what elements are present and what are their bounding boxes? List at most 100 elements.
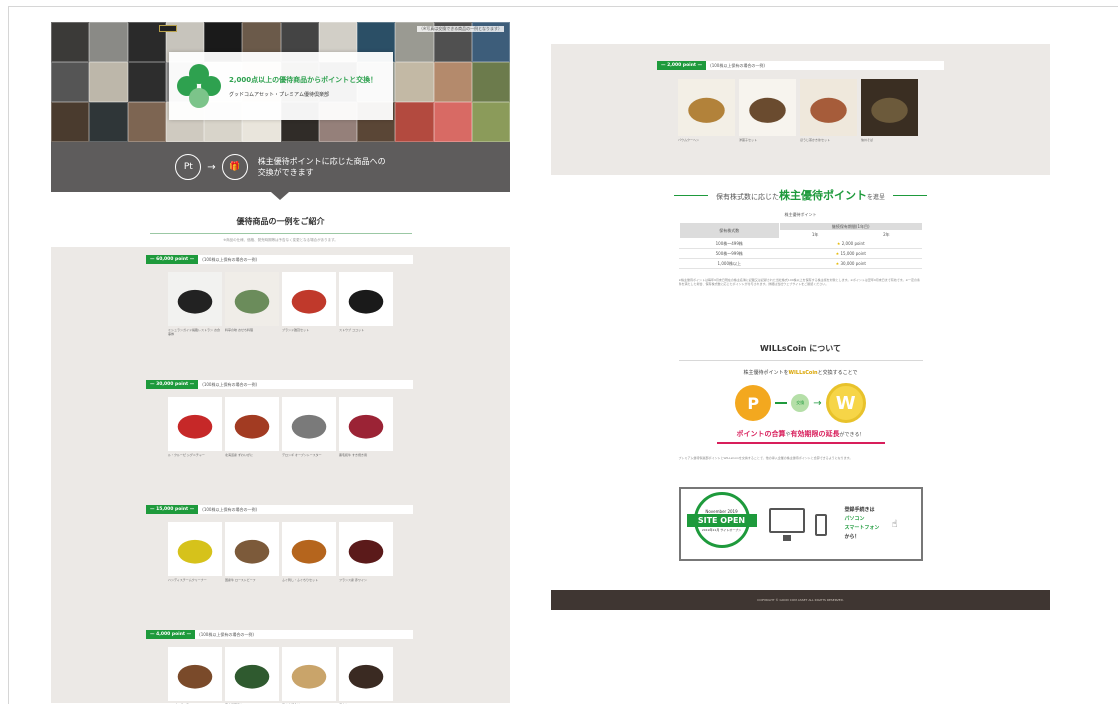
merit-underline xyxy=(716,442,885,444)
table-row: 500株～999株 ★ 15,000 point xyxy=(679,248,922,259)
product-photo xyxy=(225,397,279,451)
site-open-badge: November 2019 2019年11月 サイトオープン SITE OPEN xyxy=(686,492,757,556)
willscoin-subtitle: 株主優待ポイントをWILLsCoinと交換することで xyxy=(743,370,858,376)
photo-tile xyxy=(471,62,510,102)
clover-logo-icon xyxy=(177,64,221,108)
tier-label: (100株以上保有の場合の一例) xyxy=(199,631,254,637)
product-caption: バウムクーヘン xyxy=(678,138,700,142)
photo-tile xyxy=(51,22,90,62)
point-coin-icon: P xyxy=(735,385,772,421)
pointer-hand-icon: ☝ xyxy=(891,518,898,530)
product-item: ストウブ ココット xyxy=(339,272,393,340)
product-item: 焼肉セット xyxy=(339,647,393,704)
point-icon: Pt xyxy=(175,154,202,180)
product-photo xyxy=(739,79,796,136)
promo-item: 洋菓子セット xyxy=(739,79,796,142)
photo-tile xyxy=(127,102,166,142)
product-caption: 北海道産 ずわいがに xyxy=(225,453,253,457)
points-heading: 保有株式数に応じた株主優待ポイントを進呈 xyxy=(551,187,1050,203)
tier-label: (100株以上保有の場合の一例) xyxy=(710,62,765,68)
section-description: ※商品の仕様、価格、発売時期等は予告なく変更となる場合があります。 xyxy=(223,238,338,242)
swap-icon: 交換 xyxy=(791,394,810,412)
points-table: 保有株式数 継続保有期間(1年目) 1年 2年 100株～499株 ★ 2,000… xyxy=(678,222,923,269)
col-holding: 保有株式数 xyxy=(678,222,781,239)
photo-tile xyxy=(471,102,510,142)
points-fine-print: ※株主優待ポイントは毎年9月末日現在の株主名簿に記載又は記録された当社株式100… xyxy=(678,278,921,287)
product-item: ミシュランガイド掲載レストラン お食事券 xyxy=(168,272,222,340)
product-caption: デロンギ オーブントースター xyxy=(282,453,322,457)
tier-badge: — 4,000 point — xyxy=(146,630,196,639)
hero-subline: グッドコムアセット・プレミアム優待倶楽部 xyxy=(229,91,330,98)
product-caption: ミシュランガイド掲載レストラン お食事券 xyxy=(168,328,220,336)
willscoin-merit: ポイントの合算や有効期限の延長ができる！ xyxy=(736,430,865,438)
product-item: ハンバーグステーキ xyxy=(168,647,222,704)
copyright: COPYRIGHT © GOOD COM ASSET ALL RIGHTS RE… xyxy=(757,598,844,602)
photo-tile xyxy=(395,102,434,142)
tier-badge: — 2,000 point — xyxy=(657,61,707,70)
product-photo xyxy=(339,647,393,701)
flyer-page-right: — 2,000 point — (100株以上保有の場合の一例) バウムクーヘン… xyxy=(551,44,1050,610)
product-caption: ストウブ ココット xyxy=(339,328,364,332)
tier-badge: — 60,000 point — xyxy=(146,255,199,264)
devices-icon xyxy=(768,504,833,544)
willscoin-coin-icon: W xyxy=(825,383,866,423)
product-photo xyxy=(339,397,393,451)
product-item: ふぐ刺し・ふぐちりセット xyxy=(282,522,336,590)
hero-card: 2,000点以上の優待商品からポイントと交換！ グッドコムアセット・プレミアム優… xyxy=(169,52,393,120)
photo-tile xyxy=(89,62,128,102)
willscoin-title: WILLsCoin について xyxy=(759,344,842,353)
product-photo xyxy=(678,79,735,136)
heading-dash xyxy=(893,194,927,196)
product-photo xyxy=(861,79,918,136)
product-photo xyxy=(282,397,336,451)
product-photo xyxy=(282,522,336,576)
photo-tile xyxy=(395,62,434,102)
site-open-banner[interactable]: November 2019 2019年11月 サイトオープン SITE OPEN… xyxy=(678,487,923,561)
gift-icon: 🎁 xyxy=(221,154,248,180)
tier-header: — 15,000 point — (100株以上保有の場合の一例) xyxy=(146,505,413,514)
product-item: 国産牛 ローストビーフ xyxy=(225,522,279,590)
tier-label: (100株以上保有の場合の一例) xyxy=(202,256,258,262)
product-caption: ハンディスチームクリーナー xyxy=(168,578,207,582)
product-caption: ふぐ刺し・ふぐちりセット xyxy=(282,578,319,582)
sub-col-b: 2年 xyxy=(850,230,923,239)
heading-dash xyxy=(673,194,708,196)
product-photo xyxy=(168,272,222,326)
arrow-right-icon: → xyxy=(207,161,216,173)
product-caption: フランス産 赤ワイン xyxy=(339,578,367,582)
hero-headline: 2,000点以上の優待商品からポイントと交換！ xyxy=(229,75,378,84)
product-photo xyxy=(225,272,279,326)
photo-tile xyxy=(127,62,166,102)
site-open-ribbon: SITE OPEN xyxy=(686,514,757,527)
tier-label: (100株以上保有の場合の一例) xyxy=(202,506,258,512)
product-item: 料亭の味 おせち料理 xyxy=(225,272,279,340)
hero-note: （※写真は交換できる商品の一例となります） xyxy=(416,26,504,32)
product-photo xyxy=(800,79,857,136)
product-photo xyxy=(225,647,279,701)
product-photo xyxy=(282,272,336,326)
tier-section: — 4,000 point —(100株以上保有の場合の一例) ハンバーグステーキ… xyxy=(51,630,510,704)
product-photo xyxy=(168,647,222,701)
product-photo xyxy=(339,272,393,326)
product-item: デロンギ オーブントースター xyxy=(282,397,336,465)
tier-badge: — 15,000 point — xyxy=(146,505,199,514)
product-caption: 信州そば xyxy=(861,138,874,142)
tier-section: — 30,000 point — (100株以上保有の場合の一例) ル・クルーゼ シ… xyxy=(51,380,510,465)
sub-col-a: 1年 xyxy=(779,230,852,239)
product-catalog: — 60,000 point — (100株以上保有の場合の一例) ミシュランガイド… xyxy=(51,247,510,704)
photo-tile xyxy=(51,102,90,142)
willscoin-fine-print: プレミアム優待倶楽部ポイントとWILLsCoinを交換することで、他の導入企業の… xyxy=(678,456,853,460)
product-caption: ほうじ茶かき氷セット xyxy=(800,138,831,142)
footer-bar: COPYRIGHT © GOOD COM ASSET ALL RIGHTS RE… xyxy=(551,590,1050,610)
product-item: 北海道産 ずわいがに xyxy=(225,397,279,465)
tier-header: — 60,000 point — (100株以上保有の場合の一例) xyxy=(146,255,413,264)
willscoin-divider xyxy=(678,360,923,361)
product-caption: ル・クルーゼ シグニチャー xyxy=(168,453,205,457)
willscoin-flow: P 交換 → W xyxy=(551,383,1050,423)
tier-badge: — 30,000 point — xyxy=(146,380,199,389)
photo-tile xyxy=(89,102,128,142)
product-item: ハンディスチームクリーナー xyxy=(168,522,222,590)
product-caption: 黒毛和牛 すき焼き用 xyxy=(339,453,367,457)
flow-dash xyxy=(775,402,788,404)
product-caption: 料亭の味 おせち料理 xyxy=(225,328,253,332)
